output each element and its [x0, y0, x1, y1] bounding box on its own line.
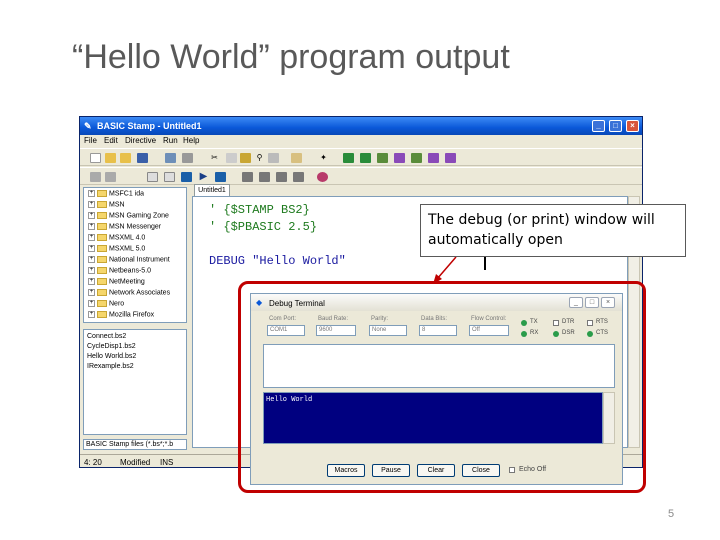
callout-box: The debug (or print) window will automat… — [420, 204, 686, 257]
page-number: 5 — [668, 508, 675, 520]
debug-highlight-frame — [238, 281, 646, 493]
callout-text: The debug (or print) window will automat… — [428, 212, 655, 248]
